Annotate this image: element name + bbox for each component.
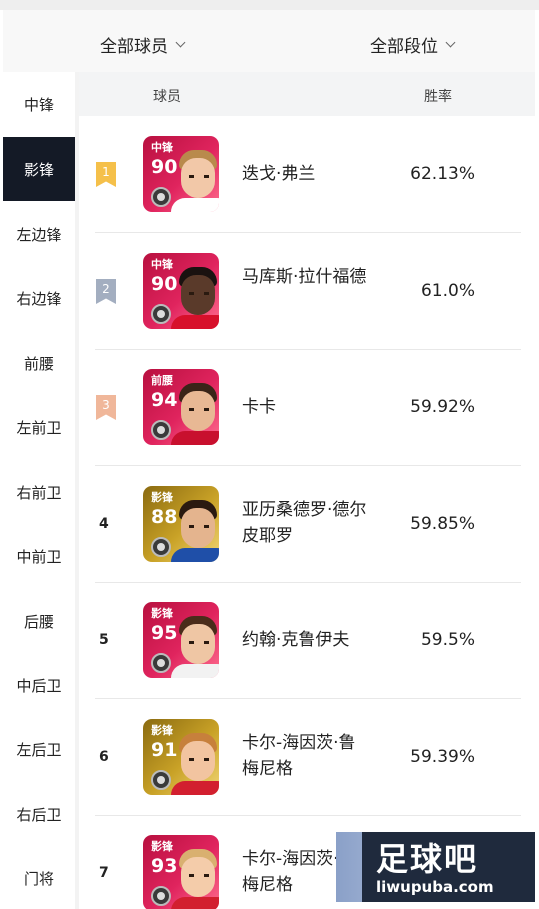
card-badge-icon [151, 187, 171, 207]
card-position: 影锋 [151, 607, 173, 620]
card-position: 影锋 [151, 724, 173, 737]
player-card[interactable]: 影锋 88 [143, 486, 219, 562]
card-position: 影锋 [151, 491, 173, 504]
filter-bar: 全部球员 全部段位 [3, 10, 535, 72]
table-row[interactable]: 6 影锋 91 卡尔-海因茨·鲁梅尼格 59.39% [79, 699, 535, 816]
table-row[interactable]: 2 中锋 90 马库斯·拉什福德 61.0% [79, 233, 535, 350]
player-name: 卡尔-海因茨·鲁梅尼格 [242, 733, 356, 779]
player-name: 卡卡 [242, 397, 276, 417]
player-card[interactable]: 中锋 90 [143, 253, 219, 329]
top-strip [0, 0, 539, 10]
card-badge-icon [151, 770, 171, 790]
player-card[interactable]: 前腰 94 [143, 369, 219, 445]
win-rate: 61.0% [420, 281, 475, 301]
player-face-icon [171, 267, 219, 329]
table-header: 球员 胜率 [79, 72, 535, 116]
all-tiers-dropdown[interactable]: 全部段位 [370, 32, 456, 57]
watermark-site: liwupuba.com [376, 878, 494, 896]
chevron-down-icon [445, 37, 456, 48]
sidebar-item-dmf[interactable]: 后腰 [3, 589, 75, 653]
all-players-label: 全部球员 [100, 37, 168, 57]
sidebar-item-label: 中前卫 [16, 547, 62, 566]
card-badge-icon [151, 886, 171, 906]
table-row[interactable]: 1 中锋 90 迭戈·弗兰 62.13% [79, 116, 535, 233]
sidebar-item-label: 影锋 [23, 160, 54, 179]
card-badge-icon [151, 537, 171, 557]
sidebar-item-gk[interactable]: 门将 [3, 846, 75, 909]
sidebar-item-label: 右前卫 [16, 483, 62, 502]
sidebar-item-lb[interactable]: 左后卫 [3, 717, 75, 781]
player-name: 马库斯·拉什福德 [242, 267, 367, 287]
rank-number: 6 [99, 749, 109, 765]
player-face-icon [171, 733, 219, 795]
player-name: 亚历桑德罗·德尔皮耶罗 [242, 500, 367, 546]
table-row[interactable]: 3 前腰 94 卡卡 59.92% [79, 349, 535, 466]
card-position: 中锋 [151, 141, 173, 154]
sidebar-item-amf[interactable]: 前腰 [3, 331, 75, 395]
sidebar-item-lwf[interactable]: 左边锋 [3, 202, 75, 266]
win-rate: 59.5% [420, 630, 475, 650]
sidebar-item-rmf[interactable]: 右前卫 [3, 460, 75, 524]
rank-number: 4 [99, 516, 109, 532]
rank-silver-badge: 2 [96, 279, 116, 304]
rank-number: 7 [99, 865, 109, 881]
card-badge-icon [151, 304, 171, 324]
sidebar-item-rwf[interactable]: 右边锋 [3, 266, 75, 330]
sidebar-item-label: 右后卫 [16, 805, 62, 824]
player-card[interactable]: 影锋 95 [143, 602, 219, 678]
player-face-icon [171, 616, 219, 678]
all-players-dropdown[interactable]: 全部球员 [100, 32, 186, 57]
card-position: 中锋 [151, 258, 173, 271]
card-badge-icon [151, 420, 171, 440]
sidebar-item-label: 右边锋 [16, 289, 62, 308]
player-card[interactable]: 中锋 90 [143, 136, 219, 212]
player-name: 约翰·克鲁伊夫 [242, 630, 350, 650]
all-tiers-label: 全部段位 [370, 37, 438, 57]
sidebar-item-lmf[interactable]: 左前卫 [3, 395, 75, 459]
sidebar-item-label: 中后卫 [16, 676, 62, 695]
table-row[interactable]: 4 影锋 88 亚历桑德罗·德尔皮耶罗 59.85% [79, 466, 535, 583]
sidebar-item-cf[interactable]: 中锋 [3, 72, 75, 136]
win-rate: 59.85% [410, 514, 475, 534]
sidebar-item-rb[interactable]: 右后卫 [3, 782, 75, 846]
chevron-down-icon [175, 37, 186, 48]
card-badge-icon [151, 653, 171, 673]
sidebar-item-label: 中锋 [23, 95, 54, 114]
table-row[interactable]: 5 影锋 95 约翰·克鲁伊夫 59.5% [79, 582, 535, 699]
column-header-win-rate: 胜率 [424, 89, 452, 105]
sidebar-item-label: 左前卫 [16, 418, 62, 437]
sidebar-item-cb[interactable]: 中后卫 [3, 653, 75, 717]
sidebar-item-ss[interactable]: 影锋 [3, 137, 75, 201]
player-ranking-list: 1 中锋 90 迭戈·弗兰 62.13% 2 中锋 90 马库斯·拉什福德 61… [79, 116, 535, 909]
sidebar-item-label: 门将 [23, 869, 54, 888]
player-face-icon [171, 150, 219, 212]
sidebar-item-cmf[interactable]: 中前卫 [3, 524, 75, 588]
rank-gold-badge: 1 [96, 162, 116, 187]
card-position: 影锋 [151, 840, 173, 853]
win-rate: 59.92% [410, 397, 475, 417]
sidebar-item-label: 后腰 [23, 612, 54, 631]
position-sidebar: 中锋 影锋 左边锋 右边锋 前腰 左前卫 右前卫 中前卫 后腰 中后卫 左后卫 … [3, 72, 75, 909]
player-face-icon [171, 849, 219, 909]
rank-number: 5 [99, 632, 109, 648]
player-name: 迭戈·弗兰 [242, 164, 316, 184]
player-card[interactable]: 影锋 93 [143, 835, 219, 909]
watermark-logo: otba 足球吧 liwupuba.com [336, 832, 535, 902]
column-header-player: 球员 [153, 89, 181, 105]
player-face-icon [171, 383, 219, 445]
sidebar-item-label: 左后卫 [16, 740, 62, 759]
win-rate: 62.13% [410, 164, 475, 184]
sidebar-item-label: 左边锋 [16, 225, 62, 244]
player-card[interactable]: 影锋 91 [143, 719, 219, 795]
win-rate: 59.39% [410, 747, 475, 767]
sidebar-item-label: 前腰 [23, 354, 54, 373]
player-face-icon [171, 500, 219, 562]
rank-bronze-badge: 3 [96, 395, 116, 420]
watermark-title: 足球吧 [376, 840, 479, 878]
card-position: 前腰 [151, 374, 173, 387]
